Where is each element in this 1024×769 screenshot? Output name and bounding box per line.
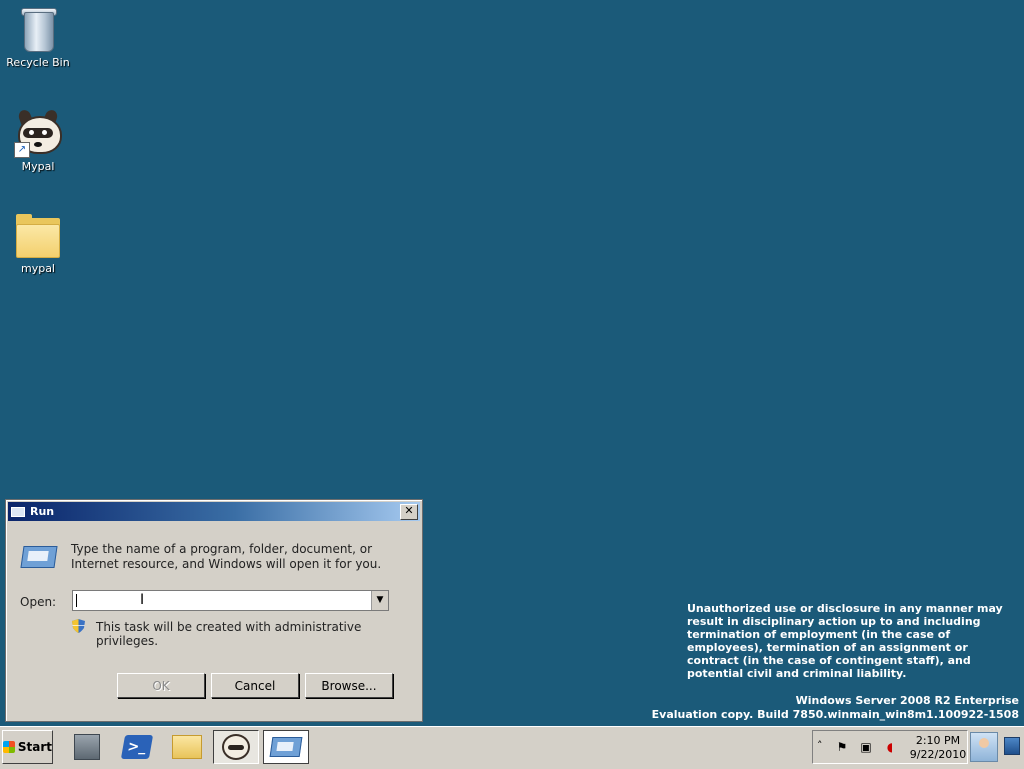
desktop-icon-recycle-bin[interactable]: Recycle Bin — [4, 6, 72, 69]
taskbar-server-manager[interactable] — [64, 730, 110, 764]
open-label: Open: — [20, 595, 57, 609]
ibeam-cursor-icon: I — [140, 592, 145, 608]
admin-privileges-note: This task will be created with administr… — [96, 620, 362, 648]
desktop-icon-label: Mypal — [21, 160, 55, 173]
cancel-button[interactable]: Cancel — [211, 673, 299, 698]
text-caret — [76, 594, 77, 607]
uac-shield-icon — [72, 619, 85, 633]
watermark-edition: Windows Server 2008 R2 Enterprise — [795, 694, 1019, 707]
clock-date: 9/22/2010 — [909, 748, 967, 761]
raccoon-icon: ↗ — [14, 108, 62, 158]
desktop-icon-label: mypal — [20, 262, 55, 275]
close-button[interactable]: ✕ — [400, 503, 418, 520]
watermark-build: Evaluation copy. Build 7850.winmain_win8… — [651, 708, 1019, 721]
open-combobox[interactable]: ▼ — [72, 590, 389, 611]
recycle-bin-icon — [14, 6, 62, 54]
run-description: Type the name of a program, folder, docu… — [71, 542, 382, 571]
ok-button[interactable]: OK — [117, 673, 205, 698]
action-center-flag-icon[interactable]: ⚑ — [835, 740, 849, 754]
network-icon[interactable]: ▣ — [859, 740, 873, 754]
notification-area: ˄ ⚑ ▣ ◖ 2:10 PM 9/22/2010 — [812, 730, 968, 764]
taskbar-mypal[interactable] — [213, 730, 259, 764]
desktop-icon-mypal-shortcut[interactable]: ↗ Mypal — [4, 108, 72, 173]
desktop-icon-mypal-folder[interactable]: mypal — [4, 212, 72, 275]
clock-time: 2:10 PM — [915, 734, 961, 747]
desktop-icon-label: Recycle Bin — [6, 56, 70, 69]
user-avatar-icon[interactable] — [970, 732, 998, 762]
powershell-icon: >_ — [120, 735, 154, 759]
windows-logo-icon — [3, 741, 15, 753]
taskbar-powershell[interactable]: >_ — [114, 730, 160, 764]
show-hidden-icons-chevron-icon[interactable]: ˄ — [817, 739, 823, 752]
dialog-title: Run — [30, 505, 55, 518]
browse-button[interactable]: Browse... — [305, 673, 393, 698]
run-icon — [20, 546, 58, 568]
run-icon — [11, 506, 25, 517]
server-manager-icon — [74, 734, 100, 760]
clock[interactable]: 2:10 PM 9/22/2010 — [909, 734, 967, 762]
volume-muted-icon[interactable]: ◖ — [883, 740, 897, 754]
folder-explorer-icon — [172, 735, 202, 759]
taskbar-explorer[interactable] — [164, 730, 210, 764]
shortcut-arrow-icon: ↗ — [14, 142, 30, 158]
chevron-down-icon[interactable]: ▼ — [371, 591, 388, 610]
os-watermark: Windows Server 2008 R2 Enterprise Evalua… — [652, 694, 1019, 722]
legal-notice: Unauthorized use or disclosure in any ma… — [687, 602, 1003, 680]
start-label: Start — [17, 740, 52, 754]
taskbar: Start >_ ˄ ⚑ ▣ ◖ 2:10 PM 9/22/2010 — [0, 726, 1024, 769]
taskbar-run[interactable] — [263, 730, 309, 764]
start-button[interactable]: Start — [2, 730, 53, 764]
run-dialog-titlebar[interactable]: Run ✕ — [8, 502, 420, 521]
run-icon — [269, 737, 303, 757]
show-desktop-icon[interactable] — [1004, 737, 1020, 755]
run-dialog: Run ✕ Type the name of a program, folder… — [5, 499, 423, 722]
raccoon-icon — [222, 734, 250, 760]
folder-icon — [14, 212, 62, 260]
